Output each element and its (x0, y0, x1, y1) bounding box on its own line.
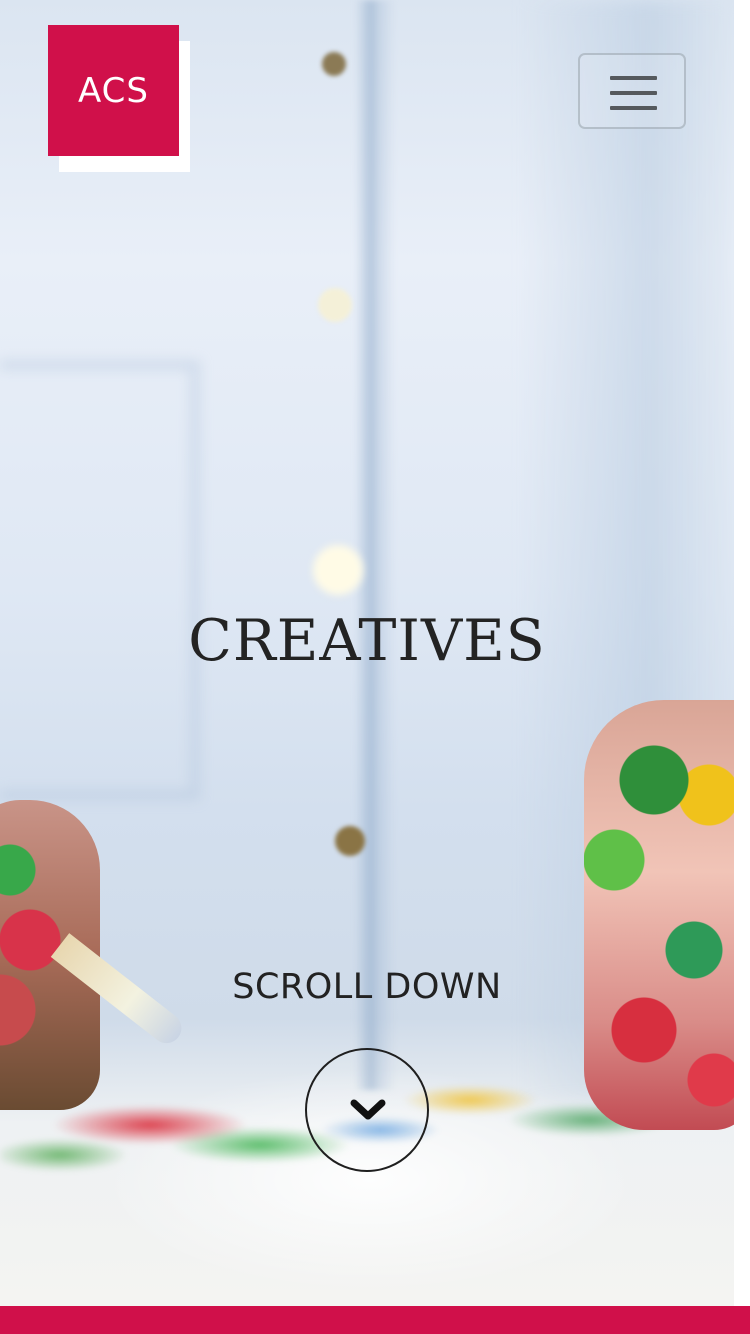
logo-text: ACS (78, 70, 149, 111)
menu-toggle-button[interactable] (578, 53, 686, 129)
shirt-button (322, 52, 346, 76)
hero-title: CREATIVES (188, 608, 546, 674)
scroll-down-button[interactable] (305, 1048, 429, 1172)
scroll-down-label: SCROLL DOWN (232, 967, 502, 1007)
chevron-down-icon (350, 1099, 386, 1120)
site-logo[interactable]: ACS (48, 25, 179, 156)
painted-hand-right (584, 700, 734, 1130)
hamburger-menu-icon (610, 76, 657, 110)
page-edge (734, 0, 750, 1306)
bottom-accent-bar (0, 1306, 750, 1334)
shirt-pocket (0, 360, 200, 800)
shirt-button (313, 545, 363, 595)
shirt-button (335, 826, 365, 856)
shirt-button (318, 288, 352, 322)
shirt-placket (355, 0, 395, 1090)
